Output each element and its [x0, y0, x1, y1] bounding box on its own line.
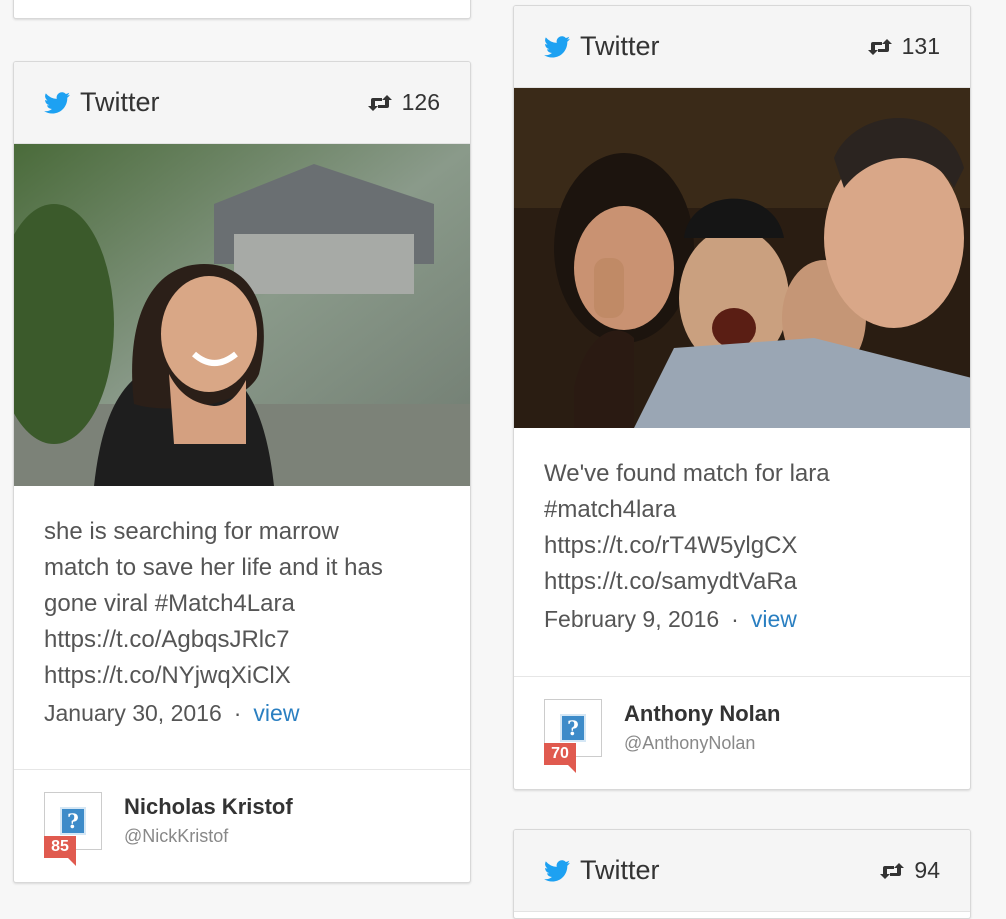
previous-card-remnant: [13, 0, 471, 19]
meta-separator: ·: [233, 700, 242, 726]
retweet-number: 94: [914, 857, 940, 883]
view-link[interactable]: view: [253, 700, 299, 727]
tweet-text: We've found match for lara #match4lara h…: [544, 460, 830, 595]
author-footer: ? 85 Nicholas Kristof @NickKristof: [14, 769, 470, 882]
tweet-photo-group-selfie[interactable]: [514, 88, 970, 428]
twitter-bird-icon: [44, 91, 70, 114]
source-name: Twitter: [580, 31, 660, 61]
author-name[interactable]: Anthony Nolan: [624, 701, 780, 727]
default-avatar-question-icon: ?: [60, 807, 86, 835]
twitter-bird-icon: [544, 35, 570, 58]
tweet-card: Twitter 94: [513, 829, 971, 919]
source-label: Twitter: [44, 87, 160, 118]
source-label: Twitter: [544, 855, 660, 886]
author-footer: ? 70 Anthony Nolan @AnthonyNolan: [514, 676, 970, 789]
influence-score-badge: 70: [544, 743, 576, 773]
tweet-meta: February 9, 2016 · view: [544, 606, 940, 633]
card-header: Twitter 131: [514, 6, 970, 88]
retweet-icon: [880, 862, 905, 879]
tweet-body: We've found match for lara #match4lara h…: [514, 428, 970, 633]
card-header: Twitter 126: [14, 62, 470, 144]
tweet-date: February 9, 2016: [544, 606, 720, 632]
tweet-card: Twitter 131 We've found match for lara #…: [513, 5, 971, 790]
source-label: Twitter: [544, 31, 660, 62]
retweet-number: 131: [901, 33, 940, 59]
tweet-text: she is searching for marrow match to sav…: [44, 518, 383, 689]
tweet-meta: January 30, 2016 · view: [44, 700, 440, 727]
retweet-count: 131: [867, 33, 940, 60]
view-link[interactable]: view: [751, 606, 797, 633]
retweet-number: 126: [401, 89, 440, 115]
author-handle[interactable]: @AnthonyNolan: [624, 733, 780, 754]
author-info: Anthony Nolan @AnthonyNolan: [624, 701, 780, 754]
twitter-bird-icon: [544, 859, 570, 882]
tweet-photo-woman-portrait[interactable]: [14, 144, 470, 486]
card-header: Twitter 94: [514, 830, 970, 912]
source-name: Twitter: [80, 87, 160, 117]
default-avatar-question-icon: ?: [560, 714, 586, 742]
retweet-count: 126: [367, 89, 440, 116]
retweet-count: 94: [880, 857, 940, 884]
retweet-icon: [367, 94, 392, 111]
meta-separator: ·: [731, 606, 739, 632]
retweet-icon: [867, 38, 892, 55]
tweet-date: January 30, 2016: [44, 700, 222, 726]
influence-score-badge: 85: [44, 836, 76, 866]
author-info: Nicholas Kristof @NickKristof: [124, 794, 293, 847]
author-name[interactable]: Nicholas Kristof: [124, 794, 293, 820]
tweet-body: she is searching for marrow match to sav…: [14, 486, 470, 727]
author-handle[interactable]: @NickKristof: [124, 826, 293, 847]
source-name: Twitter: [580, 855, 660, 885]
tweet-card: Twitter 126 she is searching for marrow …: [13, 61, 471, 883]
